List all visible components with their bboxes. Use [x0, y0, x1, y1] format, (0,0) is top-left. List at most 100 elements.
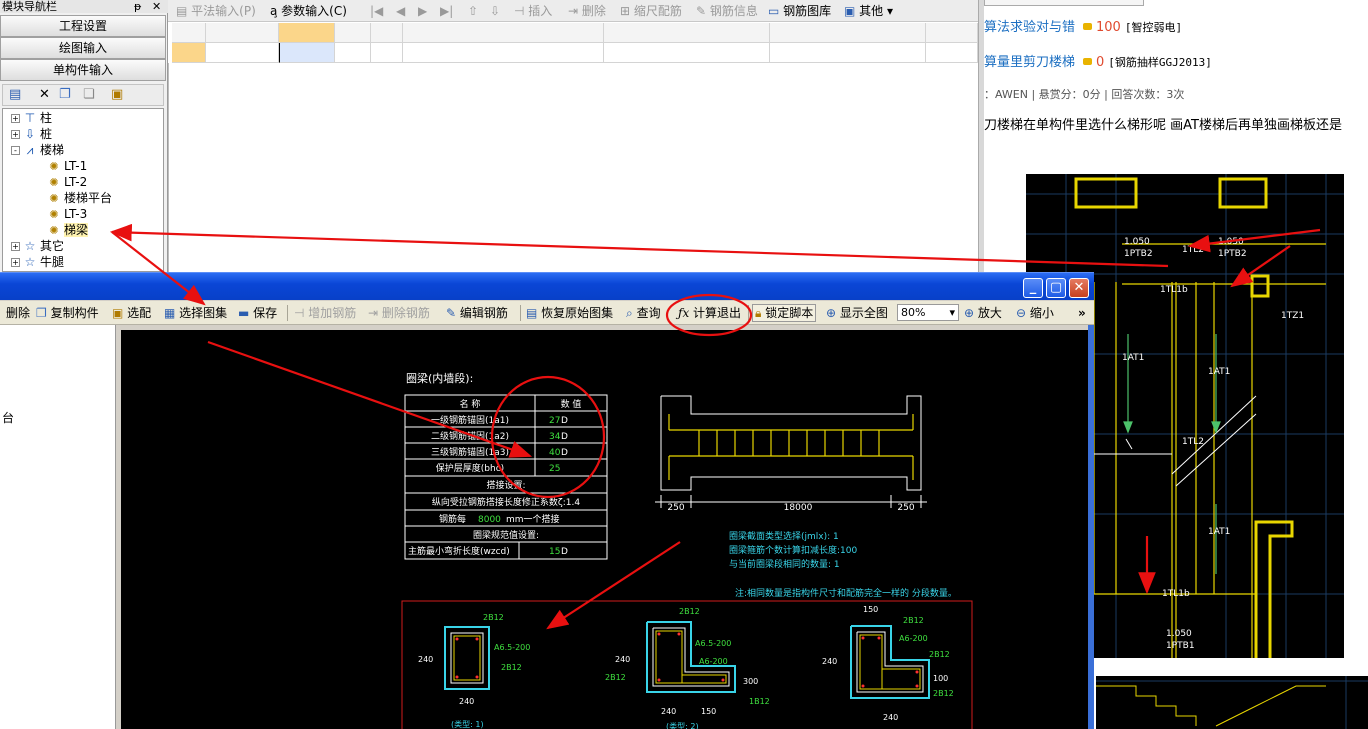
- pin-icon[interactable]: ᵽ: [134, 0, 141, 13]
- grid-cell[interactable]: [403, 23, 604, 43]
- note-line: 圈梁截面类型选择(jmlx): 1: [729, 530, 839, 542]
- collapse-icon[interactable]: -: [11, 146, 20, 155]
- tree-node[interactable]: + ⇩ 桩: [11, 127, 52, 142]
- nav-title-bar: 模块导航栏 ᵽ ✕: [0, 0, 168, 13]
- close-icon[interactable]: ✕: [152, 0, 161, 13]
- zoom-out-button[interactable]: ⊖ 缩小: [1016, 306, 1054, 320]
- grid-cell[interactable]: [403, 43, 604, 63]
- tree-node[interactable]: + ☆ 牛腿: [11, 255, 64, 270]
- zoom-in-button[interactable]: ⊕ 放大: [964, 306, 1002, 320]
- maximize-icon[interactable]: ▢: [1046, 278, 1066, 298]
- section-type-2[interactable]: 2B12 A6.5-200 A6-200 2B12 240 300 1B12 2…: [605, 607, 770, 729]
- grid-cell[interactable]: [206, 43, 279, 63]
- expand-icon[interactable]: +: [11, 130, 20, 139]
- rebar-library-button[interactable]: ▭ 钢筋图库: [768, 3, 831, 19]
- grid-cell[interactable]: [604, 23, 770, 43]
- category[interactable]: [智控弱电]: [1125, 21, 1182, 34]
- zoom-select[interactable]: 80% ▾: [897, 304, 959, 321]
- grid-cell-active[interactable]: [279, 43, 335, 63]
- copy-icon[interactable]: ❐: [59, 87, 71, 103]
- question-item[interactable]: 算法求验对与错 100 [智控弱电]: [984, 16, 1182, 35]
- section-type-1[interactable]: 2B12 A6.5-200 2B12 240 240 (类型: 1): [418, 613, 530, 729]
- grid-cell[interactable]: [279, 23, 335, 43]
- add-rebar-button[interactable]: ⊣ 增加钢筋: [294, 306, 356, 320]
- grid-cell[interactable]: [770, 23, 926, 43]
- query-button[interactable]: ⌕ 查询: [626, 306, 661, 320]
- down-icon[interactable]: ⇩: [490, 3, 500, 19]
- prev-icon[interactable]: ◀: [396, 3, 405, 19]
- dialog-title-bar[interactable]: _ ▢ ✕: [0, 272, 1094, 300]
- up-icon[interactable]: ⇧: [468, 3, 478, 19]
- minimize-icon[interactable]: _: [1023, 278, 1043, 298]
- edit-rebar-button[interactable]: ✎ 编辑钢筋: [446, 306, 508, 320]
- other-menu-button[interactable]: ▣ 其他 ▾: [844, 3, 893, 19]
- grid-cell[interactable]: [926, 43, 978, 63]
- param-input-button[interactable]: a̧ 参数输入(C): [270, 3, 347, 19]
- delete-button[interactable]: ⇥ 删除: [568, 3, 606, 19]
- grid-cell[interactable]: [926, 23, 978, 43]
- single-component-input-button[interactable]: 单构件输入: [0, 59, 166, 81]
- grid-cell[interactable]: [371, 43, 403, 63]
- spec-row-val[interactable]: 15: [549, 547, 560, 557]
- grid-cell[interactable]: [335, 23, 371, 43]
- tree-node[interactable]: ✺ LT-2: [47, 175, 87, 190]
- restore-atlas-button[interactable]: ▤ 恢复原始图集: [526, 306, 613, 320]
- list-icon[interactable]: ▤: [9, 87, 21, 103]
- paste-icon[interactable]: ❏: [83, 87, 95, 103]
- delete-icon[interactable]: ✕: [39, 87, 50, 103]
- delete-button[interactable]: 删除: [6, 306, 30, 320]
- cad-drawing-canvas[interactable]: 圈梁(内墙段): 名 称 数 值 一级钢筋锚固(1a1) 二级钢筋锚固(1a2): [121, 330, 1088, 729]
- row-value[interactable]: 25: [549, 464, 560, 474]
- clipboard-icon[interactable]: ▣: [111, 87, 123, 103]
- project-settings-button[interactable]: 工程设置: [0, 15, 166, 37]
- row-value[interactable]: 27: [549, 416, 560, 426]
- plan-input-button[interactable]: ▤ 平法输入(P): [176, 3, 256, 19]
- section-type-3[interactable]: 150 2B12 A6-200 2B12 240 100 2B12 240: [822, 605, 954, 722]
- last-icon[interactable]: ▶|: [440, 3, 453, 19]
- select-atlas-button[interactable]: ▦ 选择图集: [164, 306, 227, 320]
- calculate-exit-button[interactable]: ƒx 计算退出: [678, 306, 741, 320]
- cad-title: 圈梁(内墙段):: [406, 371, 473, 385]
- lap-row: 纵向受拉钢筋搭接长度修正系数ζ:1.4: [432, 496, 581, 508]
- copy-component-button[interactable]: ❐ 复制构件: [36, 306, 99, 320]
- row-value[interactable]: 40: [549, 448, 561, 458]
- tree-node[interactable]: + ⊤ 柱: [11, 111, 52, 126]
- scale-rebar-button[interactable]: ⊞ 缩尺配筋: [620, 3, 682, 19]
- sec2-stirrup2: A6-200: [699, 657, 728, 666]
- lock-script-button[interactable]: 🔒︎ 锁定脚本: [752, 304, 817, 322]
- show-all-button[interactable]: ⊕ 显示全图: [826, 306, 888, 320]
- question-link[interactable]: 算量里剪刀楼梯: [984, 55, 1075, 70]
- more-icon[interactable]: »: [1078, 306, 1086, 320]
- grid-cell[interactable]: [770, 43, 926, 63]
- save-button[interactable]: ▬ 保存: [238, 306, 277, 320]
- match-rebar-button[interactable]: ▣ 选配: [112, 306, 151, 320]
- grid-cell[interactable]: [371, 23, 403, 43]
- tree-node[interactable]: ✺ 楼梯平台: [47, 191, 112, 206]
- grid-cell[interactable]: [172, 43, 206, 63]
- row-value[interactable]: 34: [549, 432, 561, 442]
- expand-icon[interactable]: +: [11, 114, 20, 123]
- close-icon[interactable]: ✕: [1069, 278, 1089, 298]
- rebar-info-button[interactable]: ✎ 钢筋信息: [696, 3, 758, 19]
- insert-button[interactable]: ⊣ 插入: [514, 3, 552, 19]
- sec2-bottom: 1B12: [749, 697, 770, 706]
- tree-node[interactable]: ✺ LT-1: [47, 159, 87, 174]
- question-link[interactable]: 算法求验对与错: [984, 20, 1075, 35]
- grid-cell[interactable]: [172, 23, 206, 43]
- grid-cell[interactable]: [206, 23, 279, 43]
- tree-node[interactable]: + ☆ 其它: [11, 239, 64, 254]
- first-icon[interactable]: |◀: [370, 3, 383, 19]
- tree-node[interactable]: ✺ LT-3: [47, 207, 87, 222]
- lap-row2-val[interactable]: 8000: [478, 515, 501, 525]
- grid-cell[interactable]: [604, 43, 770, 63]
- tree-node[interactable]: - ⩘ 楼梯: [11, 143, 64, 158]
- expand-icon[interactable]: +: [11, 258, 20, 267]
- question-item[interactable]: 算量里剪刀楼梯 0 [钢筋抽样GGJ2013]: [984, 51, 1212, 70]
- tree-node-selected[interactable]: ✺ 梯梁: [47, 223, 89, 238]
- delete-rebar-button[interactable]: ⇥ 删除钢筋: [368, 306, 430, 320]
- expand-icon[interactable]: +: [11, 242, 20, 251]
- next-icon[interactable]: ▶: [418, 3, 427, 19]
- drawing-input-button[interactable]: 绘图输入: [0, 37, 166, 59]
- grid-cell[interactable]: [335, 43, 371, 63]
- category[interactable]: [钢筋抽样GGJ2013]: [1108, 56, 1212, 69]
